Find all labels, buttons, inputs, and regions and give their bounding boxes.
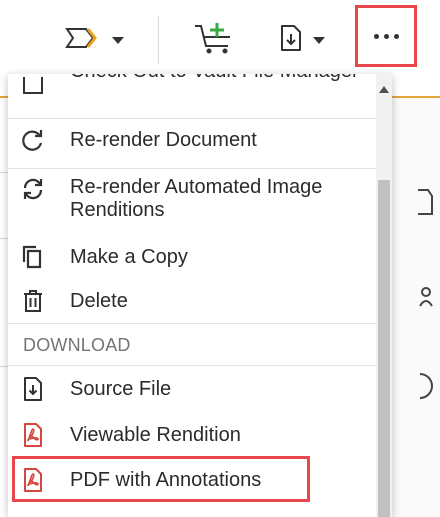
menu-item-check-out[interactable]: Check Out to Vault File Manager — [8, 74, 376, 114]
toolbar — [0, 0, 440, 82]
download-menu-button[interactable] — [262, 14, 342, 66]
menu-item-label: Make a Copy — [70, 246, 188, 268]
workflow-chevron-icon — [64, 25, 102, 56]
toolbar-divider — [158, 16, 159, 64]
menu-item-rerender-document[interactable]: Re-render Document — [8, 126, 376, 156]
checkout-icon — [21, 74, 45, 96]
highlight-box — [12, 456, 310, 502]
menu-item-label: Re-render Automated Image Renditions — [70, 176, 323, 221]
menu-item-source-file[interactable]: Source File — [8, 375, 376, 405]
copy-icon — [21, 245, 45, 269]
menu-scrollbar[interactable] — [376, 74, 392, 517]
add-to-cart-icon — [192, 20, 236, 61]
menu-item-label: Check Out to Vault File Manager — [70, 74, 370, 83]
menu-divider — [8, 118, 376, 119]
file-download-icon — [21, 377, 45, 401]
background-icon-fragment — [418, 286, 436, 316]
sync-icon — [21, 177, 45, 201]
more-actions-button[interactable] — [355, 5, 417, 67]
add-to-cart-button[interactable] — [188, 14, 240, 66]
download-file-icon — [279, 24, 303, 57]
background-icon-fragment — [418, 188, 436, 222]
trash-icon — [21, 289, 45, 313]
scrollbar-thumb[interactable] — [378, 180, 390, 517]
menu-item-viewable-rendition[interactable]: Viewable Rendition — [8, 421, 376, 451]
menu-item-delete[interactable]: Delete — [8, 287, 376, 317]
workflow-menu-button[interactable] — [54, 14, 134, 66]
menu-item-label: Viewable Rendition — [70, 424, 241, 446]
download-section-header: DOWNLOAD — [23, 335, 131, 355]
menu-item-label: Delete — [70, 290, 128, 312]
menu-item-rerender-renditions[interactable]: Re-render Automated Image Renditions — [8, 174, 376, 226]
chevron-down-icon — [112, 36, 124, 44]
refresh-icon — [21, 128, 45, 152]
menu-item-make-copy[interactable]: Make a Copy — [8, 243, 376, 273]
menu-divider — [8, 365, 376, 366]
background-divider — [0, 172, 8, 173]
more-actions-icon — [373, 33, 399, 39]
menu-item-label: Re-render Document — [70, 129, 257, 151]
scroll-up-arrow-icon[interactable] — [379, 86, 389, 93]
menu-divider — [8, 168, 376, 169]
background-divider — [0, 238, 8, 239]
background-icon-fragment — [418, 372, 436, 406]
chevron-down-icon — [313, 36, 325, 44]
menu-divider — [8, 323, 376, 324]
menu-item-label: Source File — [70, 378, 172, 400]
menu-scroll-area: Check Out to Vault File Manager Re-rende… — [8, 74, 376, 517]
pdf-icon — [21, 423, 45, 447]
more-actions-menu: Check Out to Vault File Manager Re-rende… — [8, 74, 392, 517]
background-divider — [0, 366, 8, 367]
